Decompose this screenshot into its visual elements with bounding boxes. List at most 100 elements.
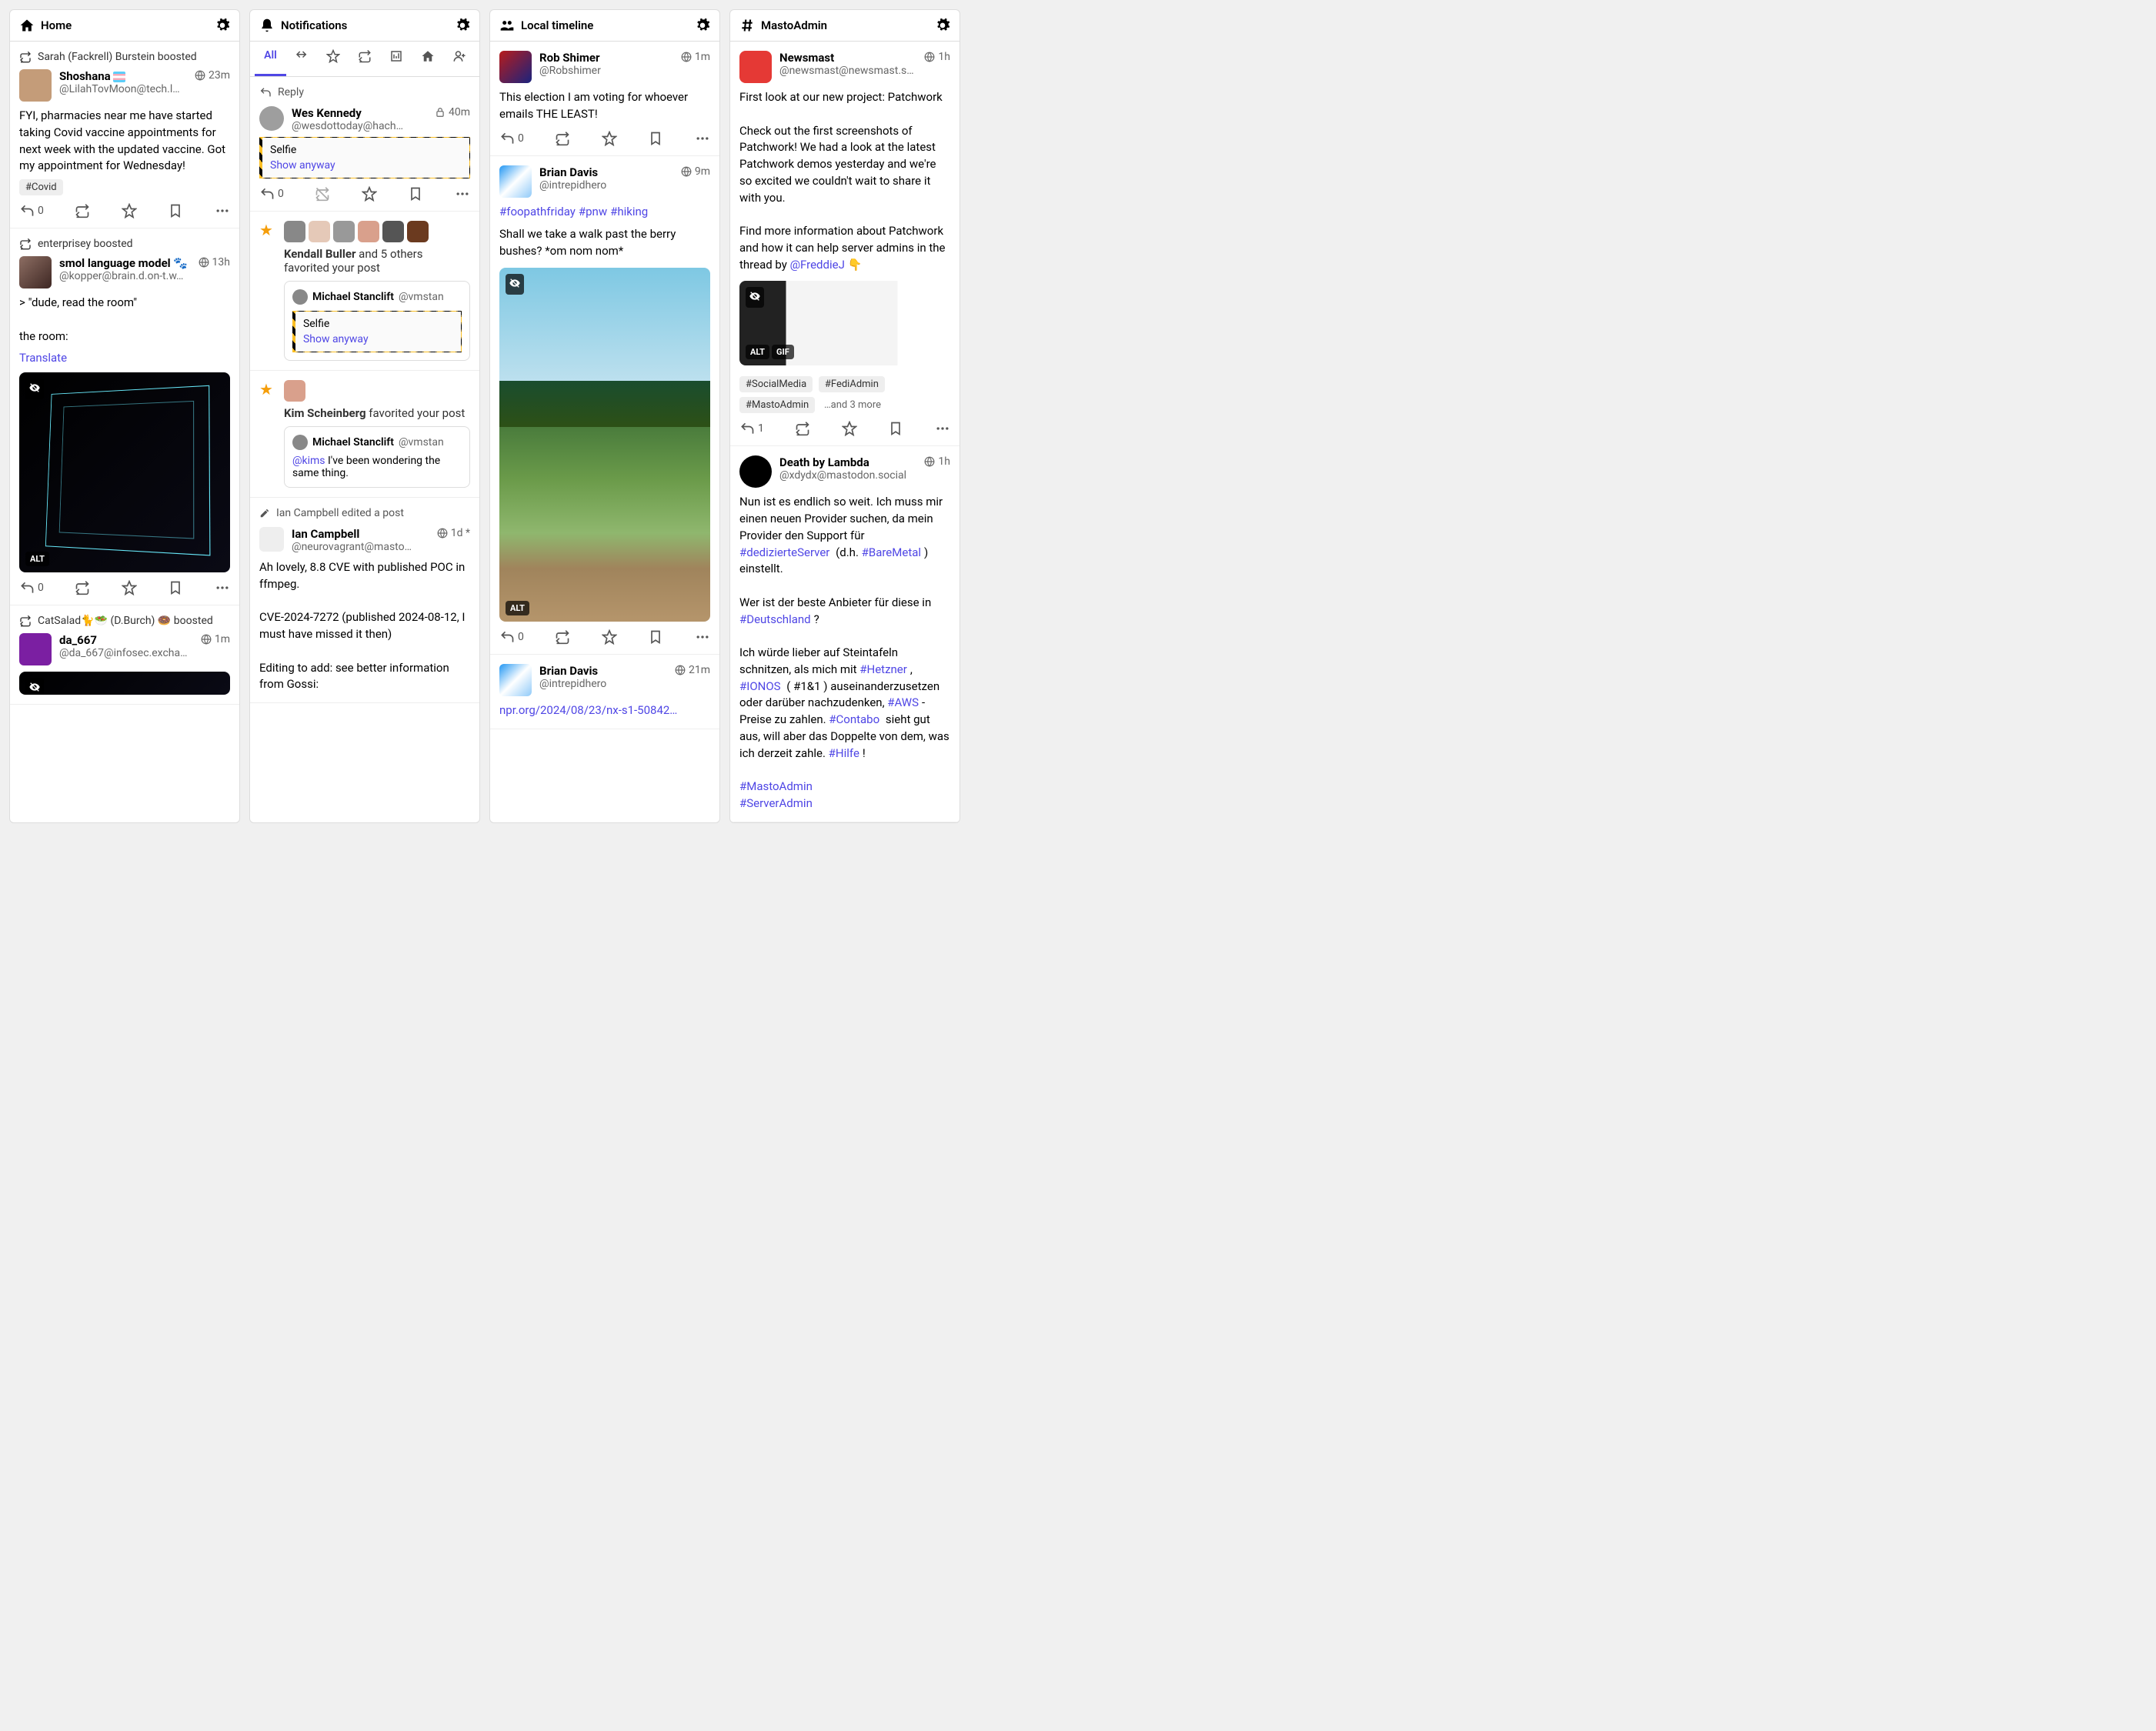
pencil-icon <box>259 508 270 519</box>
post[interactable]: Brian Davis@intrepidhero 21m npr.org/202… <box>490 655 719 729</box>
notification-feed: Reply Wes Kennedy @wesdottoday@hach… 40m… <box>250 77 479 822</box>
alt-badge[interactable]: ALT <box>746 345 769 359</box>
tab-mentions[interactable] <box>286 42 318 76</box>
avatar[interactable] <box>499 664 532 696</box>
media-attachment[interactable]: ALT <box>19 372 230 572</box>
home-icon <box>19 18 35 33</box>
tab-favorites[interactable] <box>318 42 349 76</box>
gear-icon[interactable] <box>215 18 230 33</box>
globe-icon <box>681 166 692 177</box>
more-button[interactable] <box>695 629 710 645</box>
favorite-button[interactable] <box>122 203 137 218</box>
home-title: Home <box>41 18 209 32</box>
avatar[interactable] <box>19 256 52 288</box>
reply-arrow-icon <box>259 86 272 98</box>
more-tags[interactable]: …and 3 more <box>821 397 884 413</box>
tab-polls[interactable] <box>380 42 412 76</box>
favorite-button[interactable] <box>122 580 137 595</box>
more-button[interactable] <box>215 580 230 595</box>
hashtag-chip[interactable]: #MastoAdmin <box>739 397 815 413</box>
more-button[interactable] <box>695 131 710 146</box>
post[interactable]: CatSalad🐈🥗 (D.Burch) 🍩 boosted da_667 @d… <box>10 605 239 705</box>
alt-badge[interactable]: ALT <box>506 601 529 615</box>
avatar[interactable] <box>499 51 532 83</box>
avatar[interactable] <box>739 455 772 488</box>
gif-badge: GIF <box>772 345 794 359</box>
hide-media-icon[interactable] <box>506 274 524 295</box>
hide-media-icon[interactable] <box>25 678 44 695</box>
more-button[interactable] <box>215 203 230 218</box>
reply-button[interactable]: 0 <box>259 186 284 202</box>
bookmark-button[interactable] <box>888 421 903 436</box>
hash-icon <box>739 18 755 33</box>
hashtag-chip[interactable]: #Covid <box>19 179 63 195</box>
notification-edit[interactable]: Ian Campbell edited a post Ian Campbell … <box>250 498 479 703</box>
avatar[interactable] <box>499 165 532 198</box>
reply-button[interactable]: 0 <box>19 203 44 218</box>
hashtag-chip[interactable]: #FediAdmin <box>819 376 885 392</box>
post[interactable]: Newsmast@newsmast@newsmast.s… 1h First l… <box>730 42 960 446</box>
more-button[interactable] <box>455 186 470 202</box>
bookmark-button[interactable] <box>648 131 663 146</box>
media-attachment[interactable]: ALT <box>499 268 710 622</box>
favorite-button[interactable] <box>362 186 377 202</box>
avatar[interactable] <box>19 69 52 102</box>
quoted-post[interactable]: Michael Stanclift @vmstan @kims I've bee… <box>284 426 470 488</box>
reply-button[interactable]: 0 <box>499 629 524 645</box>
bell-icon <box>259 18 275 33</box>
hide-media-icon[interactable] <box>25 379 44 399</box>
reply-button[interactable]: 1 <box>739 421 764 436</box>
notification-favorite[interactable]: ★ Kim Scheinberg favorited your post Mic… <box>250 371 479 498</box>
notifications-column: Notifications All Reply Wes Kennedy @wes… <box>249 9 480 823</box>
hide-media-icon[interactable] <box>746 287 764 308</box>
media-attachment[interactable]: ALT GIF <box>739 281 950 365</box>
post[interactable]: Brian Davis@intrepidhero 9m #foopathfrid… <box>490 156 719 655</box>
local-title: Local timeline <box>521 18 689 32</box>
post[interactable]: Death by Lambda@xdydx@mastodon.social 1h… <box>730 446 960 822</box>
boost-button[interactable] <box>795 421 810 436</box>
bookmark-button[interactable] <box>168 580 183 595</box>
more-button[interactable] <box>935 421 950 436</box>
translate-link[interactable]: Translate <box>19 351 230 365</box>
tab-home[interactable] <box>412 42 443 76</box>
media-attachment[interactable] <box>19 672 230 695</box>
show-anyway-link[interactable]: Show anyway <box>303 333 453 345</box>
favorite-button[interactable] <box>602 629 617 645</box>
globe-icon <box>924 52 935 62</box>
post[interactable]: enterprisey boosted smol language model … <box>10 228 239 605</box>
reply-button[interactable]: 0 <box>19 580 44 595</box>
alt-badge[interactable]: ALT <box>25 552 49 566</box>
boost-button[interactable] <box>75 203 90 218</box>
reply-button[interactable]: 0 <box>499 131 524 146</box>
gear-icon[interactable] <box>695 18 710 33</box>
show-anyway-link[interactable]: Show anyway <box>270 159 462 172</box>
favorite-button[interactable] <box>602 131 617 146</box>
boost-icon <box>19 51 32 63</box>
post[interactable]: Rob Shimer@Robshimer 1m This election I … <box>490 42 719 156</box>
boost-button[interactable] <box>555 629 570 645</box>
notification-reply[interactable]: Reply Wes Kennedy @wesdottoday@hach… 40m… <box>250 77 479 212</box>
tab-all[interactable]: All <box>255 42 286 76</box>
globe-icon <box>681 52 692 62</box>
boost-button[interactable] <box>555 131 570 146</box>
external-link[interactable]: npr.org/2024/08/23/nx-s1-50842… <box>499 703 677 717</box>
globe-icon <box>199 257 209 268</box>
avatar[interactable] <box>259 527 284 552</box>
mastoadmin-column: MastoAdmin Newsmast@newsmast@newsmast.s…… <box>729 9 960 823</box>
bookmark-button[interactable] <box>168 203 183 218</box>
boost-button[interactable] <box>75 580 90 595</box>
hashtag-chip[interactable]: #SocialMedia <box>739 376 813 392</box>
tab-boosts[interactable] <box>349 42 381 76</box>
quoted-post[interactable]: Michael Stanclift @vmstan Selfie Show an… <box>284 281 470 361</box>
avatar[interactable] <box>739 51 772 83</box>
gear-icon[interactable] <box>455 18 470 33</box>
post[interactable]: Sarah (Fackrell) Burstein boosted Shosha… <box>10 42 239 228</box>
avatar[interactable] <box>259 106 284 131</box>
tab-follows[interactable] <box>443 42 475 76</box>
gear-icon[interactable] <box>935 18 950 33</box>
favorite-button[interactable] <box>842 421 857 436</box>
avatar[interactable] <box>19 633 52 665</box>
notification-favorite[interactable]: ★ Kendall Buller and 5 others favorited … <box>250 212 479 371</box>
bookmark-button[interactable] <box>408 186 423 202</box>
bookmark-button[interactable] <box>648 629 663 645</box>
